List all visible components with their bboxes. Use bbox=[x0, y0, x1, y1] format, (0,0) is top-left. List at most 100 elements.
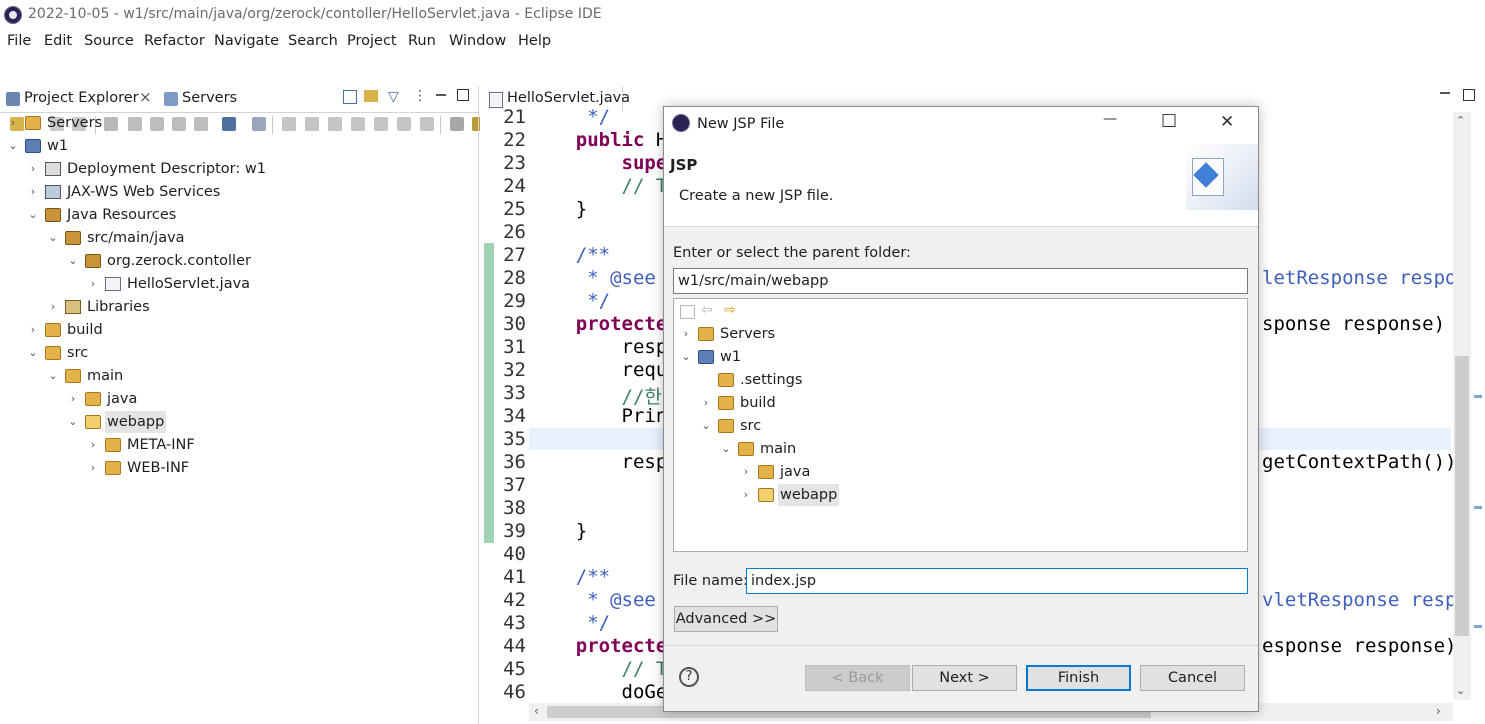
tab-servers[interactable]: Servers bbox=[182, 90, 237, 106]
scroll-left-icon[interactable]: ‹ bbox=[534, 704, 539, 718]
line-number: 46 bbox=[503, 681, 526, 703]
chevron-down-icon[interactable]: ⌄ bbox=[48, 365, 58, 387]
code-line[interactable]: */ bbox=[530, 612, 610, 634]
code-line[interactable]: Prin bbox=[530, 405, 668, 427]
chevron-down-icon[interactable]: ⌄ bbox=[28, 204, 38, 226]
overview-ruler-mark[interactable] bbox=[1474, 506, 1482, 509]
chevron-right-icon[interactable]: › bbox=[28, 319, 38, 341]
code-line[interactable]: // T bbox=[530, 658, 668, 680]
scroll-right-icon[interactable]: › bbox=[1436, 704, 1441, 718]
code-line[interactable]: /** bbox=[530, 566, 610, 588]
code-line[interactable]: /** bbox=[530, 244, 610, 266]
code-line[interactable]: protecte bbox=[530, 635, 668, 657]
scroll-down-icon[interactable]: ⌄ bbox=[1456, 684, 1465, 697]
overview-ruler-mark[interactable] bbox=[1474, 395, 1482, 398]
maximize-view-icon[interactable] bbox=[457, 89, 469, 101]
deployment-descriptor-icon bbox=[45, 162, 61, 176]
code-line[interactable]: supe bbox=[530, 152, 668, 174]
cancel-button[interactable]: Cancel bbox=[1140, 665, 1245, 691]
code-line-fragment[interactable]: getContextPath()); bbox=[1262, 451, 1468, 473]
chevron-down-icon[interactable]: ⌄ bbox=[701, 415, 711, 437]
code-line-fragment[interactable]: vletResponse respo bbox=[1262, 589, 1468, 611]
help-icon[interactable]: ? bbox=[679, 667, 699, 687]
code-line[interactable]: } bbox=[530, 198, 587, 220]
code-line[interactable]: protecte bbox=[530, 313, 668, 335]
code-line-fragment[interactable]: sponse response) t bbox=[1262, 313, 1468, 335]
chevron-right-icon[interactable]: › bbox=[28, 158, 38, 180]
menu-navigate[interactable]: Navigate bbox=[214, 33, 279, 49]
code-line[interactable]: // T bbox=[530, 175, 668, 197]
chevron-down-icon[interactable]: ⌄ bbox=[68, 250, 78, 272]
menu-refactor[interactable]: Refactor bbox=[144, 33, 205, 49]
chevron-right-icon[interactable]: › bbox=[8, 112, 18, 134]
chevron-right-icon[interactable]: › bbox=[28, 181, 38, 203]
chevron-right-icon[interactable]: › bbox=[741, 484, 751, 506]
home-icon[interactable] bbox=[680, 305, 695, 319]
chevron-down-icon[interactable]: ⌄ bbox=[681, 346, 691, 368]
editor-tab-label[interactable]: HelloServlet.java bbox=[507, 90, 630, 106]
code-line[interactable]: * @see bbox=[530, 267, 656, 289]
chevron-down-icon[interactable]: ⌄ bbox=[28, 342, 38, 364]
menu-project[interactable]: Project bbox=[347, 33, 397, 49]
code-line[interactable]: */ bbox=[530, 290, 610, 312]
code-token: */ bbox=[530, 106, 611, 128]
code-line[interactable]: resp bbox=[530, 336, 668, 358]
menu-file[interactable]: File bbox=[7, 33, 31, 49]
scroll-up-icon[interactable]: ⌃ bbox=[1456, 114, 1465, 127]
menu-window[interactable]: Window bbox=[449, 33, 506, 49]
tree-item-label: java bbox=[780, 464, 811, 480]
chevron-right-icon[interactable]: › bbox=[88, 434, 98, 456]
vertical-scroll-thumb[interactable] bbox=[1455, 356, 1469, 636]
minimize-dialog-button[interactable]: — bbox=[1103, 111, 1117, 127]
menu-run[interactable]: Run bbox=[408, 33, 436, 49]
file-name-input[interactable]: index.jsp bbox=[746, 568, 1248, 594]
finish-button[interactable]: Finish bbox=[1026, 665, 1131, 691]
code-line[interactable]: resp bbox=[530, 451, 668, 473]
chevron-down-icon[interactable]: ⌄ bbox=[48, 227, 58, 249]
chevron-right-icon[interactable]: › bbox=[741, 461, 751, 483]
parent-folder-input[interactable]: w1/src/main/webapp bbox=[673, 268, 1248, 294]
chevron-down-icon[interactable]: ⌄ bbox=[68, 411, 78, 433]
chevron-right-icon[interactable]: › bbox=[48, 296, 58, 318]
code-line-fragment[interactable]: esponse response) bbox=[1262, 635, 1456, 657]
collapse-all-icon[interactable] bbox=[343, 90, 357, 104]
back-arrow-icon[interactable]: ⇦ bbox=[701, 302, 713, 318]
minimize-editor-icon[interactable] bbox=[1440, 92, 1450, 94]
libraries-icon bbox=[65, 300, 81, 314]
folder-icon bbox=[718, 373, 734, 387]
menu-edit[interactable]: Edit bbox=[44, 33, 72, 49]
tree-item-label: main bbox=[760, 441, 797, 457]
view-menu-icon[interactable]: ⋮ bbox=[413, 88, 427, 104]
maximize-editor-icon[interactable] bbox=[1463, 89, 1475, 101]
code-line-fragment[interactable]: letResponse respon bbox=[1262, 267, 1468, 289]
overview-ruler-mark[interactable] bbox=[1474, 625, 1482, 628]
next-button[interactable]: Next > bbox=[912, 665, 1017, 691]
back-button[interactable]: < Back bbox=[805, 665, 910, 691]
filter-icon[interactable]: ▽ bbox=[388, 89, 399, 105]
close-icon[interactable]: × bbox=[139, 88, 152, 106]
code-line[interactable]: requ bbox=[530, 359, 668, 381]
chevron-down-icon[interactable]: ⌄ bbox=[721, 438, 731, 460]
forward-arrow-icon[interactable]: ⇨ bbox=[724, 302, 736, 318]
chevron-down-icon[interactable]: ⌄ bbox=[8, 135, 18, 157]
menu-search[interactable]: Search bbox=[288, 33, 338, 49]
chevron-right-icon[interactable]: › bbox=[681, 323, 691, 345]
minimize-view-icon[interactable] bbox=[436, 94, 446, 96]
chevron-right-icon[interactable]: › bbox=[88, 273, 98, 295]
code-line[interactable]: public H bbox=[530, 129, 668, 151]
servers-view-icon bbox=[164, 92, 178, 106]
code-line[interactable]: } bbox=[530, 520, 587, 542]
code-line[interactable]: * @see bbox=[530, 589, 656, 611]
code-line[interactable]: */ bbox=[530, 106, 610, 128]
advanced-button[interactable]: Advanced >> bbox=[674, 606, 778, 632]
code-line[interactable]: doGe bbox=[530, 681, 668, 703]
tab-project-explorer[interactable]: Project Explorer bbox=[24, 90, 139, 106]
chevron-right-icon[interactable]: › bbox=[88, 457, 98, 479]
menu-source[interactable]: Source bbox=[84, 33, 134, 49]
close-dialog-button[interactable]: ✕ bbox=[1220, 112, 1234, 132]
chevron-right-icon[interactable]: › bbox=[701, 392, 711, 414]
link-with-editor-icon[interactable] bbox=[364, 90, 378, 102]
maximize-dialog-button[interactable]: ☐ bbox=[1161, 111, 1177, 132]
menu-help[interactable]: Help bbox=[518, 33, 551, 49]
chevron-right-icon[interactable]: › bbox=[68, 388, 78, 410]
